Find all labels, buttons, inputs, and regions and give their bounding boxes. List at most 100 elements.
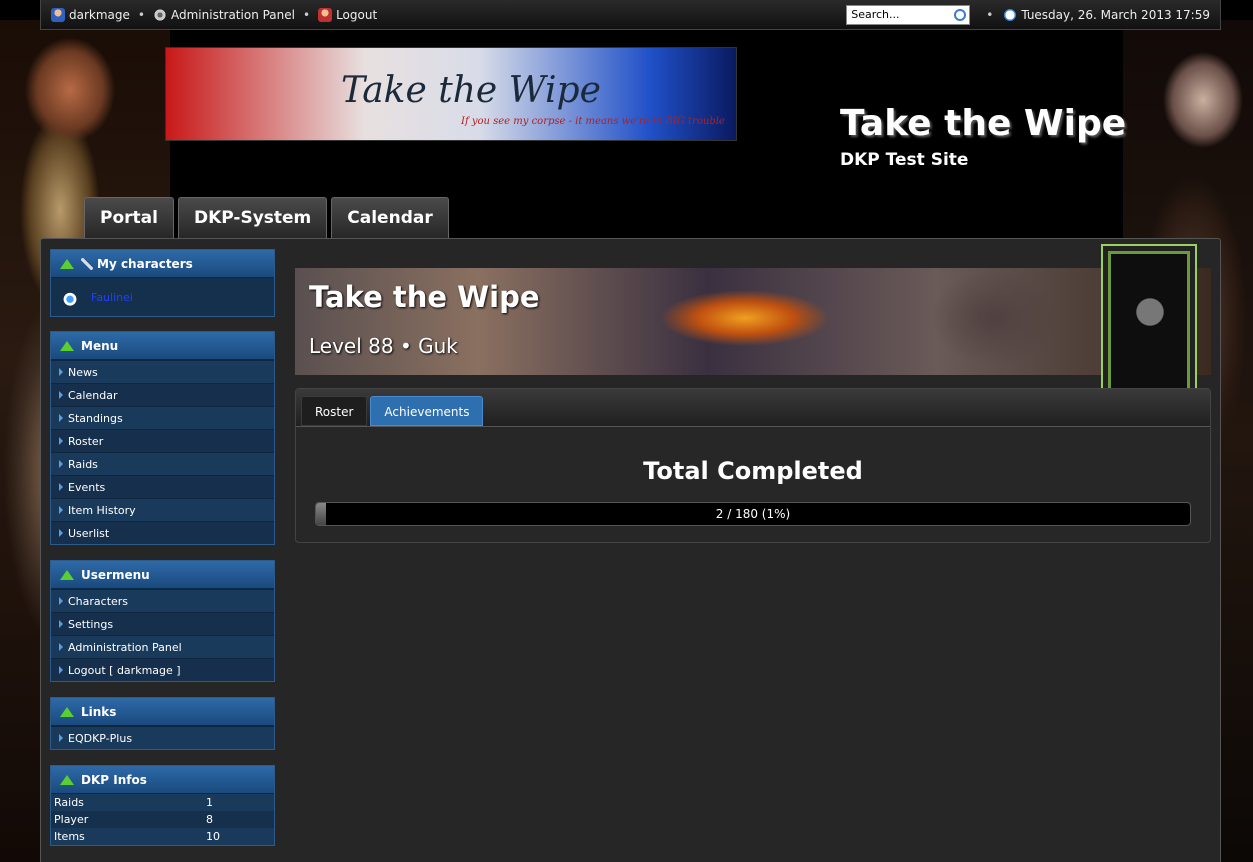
usermenu-item-settings[interactable]: Settings [51,612,274,635]
dkp-infos-title: DKP Infos [81,772,147,787]
clock-icon [1003,7,1018,22]
usermenu-item-characters[interactable]: Characters [51,589,274,612]
usermenu-item-label: Administration Panel [68,640,182,654]
character-row[interactable]: Faulinei [51,278,274,316]
menu-item-standings[interactable]: Standings [51,406,274,429]
site-logo-banner[interactable]: Take the Wipe If you see my corpse - it … [165,47,737,141]
info-row: Items 10 [51,828,274,845]
menu-item-item-history[interactable]: Item History [51,498,274,521]
usermenu-box: Usermenu Characters Settings Administrat… [50,560,275,682]
user-link[interactable]: darkmage [51,7,130,22]
link-item-eqdkp-plus[interactable]: EQDKP-Plus [51,726,274,749]
usermenu-header[interactable]: Usermenu [51,561,274,589]
tab-achievements[interactable]: Achievements [370,396,484,426]
main-nav: Portal DKP-System Calendar [84,197,449,239]
link-item-label: EQDKP-Plus [68,731,133,745]
logo-text: Take the Wipe [341,70,601,111]
separator: • [137,7,145,22]
class-eye-icon [55,283,85,311]
guild-name: Take the Wipe [309,280,540,314]
logout-icon [318,7,333,22]
usermenu-item-label: Characters [68,594,129,608]
datetime-label: Tuesday, 26. March 2013 17:59 [1021,7,1210,22]
bullet-arrow-icon [59,506,63,514]
my-characters-title: My characters [97,256,193,271]
menu-item-label: News [68,365,98,379]
bullet-arrow-icon [59,368,63,376]
bullet-arrow-icon [59,643,63,651]
nav-tab-calendar[interactable]: Calendar [331,197,449,239]
menu-item-label: Userlist [68,526,110,540]
nav-tab-portal[interactable]: Portal [84,197,174,239]
my-characters-box: My characters Faulinei [50,249,275,317]
wrench-icon[interactable] [81,257,93,270]
menu-box: Menu News Calendar Standings Roster Raid… [50,331,275,545]
datetime: Tuesday, 26. March 2013 17:59 [1003,7,1210,22]
info-label: Raids [54,796,84,809]
separator: • [986,7,994,22]
menu-item-roster[interactable]: Roster [51,429,274,452]
search-icon[interactable] [954,8,967,21]
collapse-arrow-icon[interactable] [60,706,74,717]
menu-item-raids[interactable]: Raids [51,452,274,475]
menu-item-userlist[interactable]: Userlist [51,521,274,544]
gear-icon [152,7,167,22]
bullet-arrow-icon [59,414,63,422]
collapse-arrow-icon[interactable] [60,258,74,269]
links-title: Links [81,704,117,719]
user-icon [51,7,65,22]
logout-link[interactable]: Logout [318,7,378,22]
menu-item-label: Raids [68,457,98,471]
progress-label: 2 / 180 (1%) [715,507,791,521]
bullet-arrow-icon [59,437,63,445]
site-title: Take the Wipe [840,103,1127,144]
guild-banner-image: Take the Wipe Level 88 • Guk [295,268,1211,375]
bullet-arrow-icon [59,460,63,468]
usermenu-item-label: Logout [ darkmage ] [68,663,181,677]
menu-item-label: Roster [68,434,104,448]
separator: • [302,7,311,22]
username-label: darkmage [69,7,130,22]
character-name-link[interactable]: Faulinei [91,291,133,304]
logout-label: Logout [336,7,378,22]
bullet-arrow-icon [59,483,63,491]
menu-item-calendar[interactable]: Calendar [51,383,274,406]
nav-tab-dkp-system[interactable]: DKP-System [177,197,328,239]
search-input[interactable]: Search... [846,4,971,25]
menu-header[interactable]: Menu [51,332,274,360]
top-bar: darkmage • Administration Panel • Logout… [40,0,1221,30]
info-row: Raids 1 [51,794,274,811]
bullet-arrow-icon [59,734,63,742]
usermenu-title: Usermenu [81,567,150,582]
search-placeholder: Search... [851,7,900,21]
dkp-infos-box: DKP Infos Raids 1 Player 8 Items 10 [50,765,275,846]
skull-emblem-icon [1133,296,1167,336]
menu-item-events[interactable]: Events [51,475,274,498]
achievements-tabs: Roster Achievements [296,389,1210,427]
menu-item-news[interactable]: News [51,360,274,383]
dkp-infos-header[interactable]: DKP Infos [51,766,274,794]
collapse-arrow-icon[interactable] [60,569,74,580]
tab-roster[interactable]: Roster [301,396,368,426]
info-value: 1 [206,796,213,809]
logo-slogan: If you see my corpse - it means we're in… [461,116,725,127]
menu-item-label: Item History [68,503,136,517]
links-header[interactable]: Links [51,698,274,726]
collapse-arrow-icon[interactable] [60,340,74,351]
admin-panel-link[interactable]: Administration Panel [152,7,295,22]
menu-item-label: Calendar [68,388,118,402]
my-characters-header[interactable]: My characters [51,250,274,278]
bullet-arrow-icon [59,620,63,628]
links-box: Links EQDKP-Plus [50,697,275,750]
bullet-arrow-icon [59,391,63,399]
info-row: Player 8 [51,811,274,828]
info-value: 10 [206,830,220,843]
menu-title: Menu [81,338,119,353]
bullet-arrow-icon [59,529,63,537]
usermenu-item-admin-panel[interactable]: Administration Panel [51,635,274,658]
bullet-arrow-icon [59,666,63,674]
collapse-arrow-icon[interactable] [60,774,74,785]
guild-level-realm: Level 88 • Guk [309,334,458,358]
usermenu-item-logout[interactable]: Logout [ darkmage ] [51,658,274,681]
info-value: 8 [206,813,213,826]
